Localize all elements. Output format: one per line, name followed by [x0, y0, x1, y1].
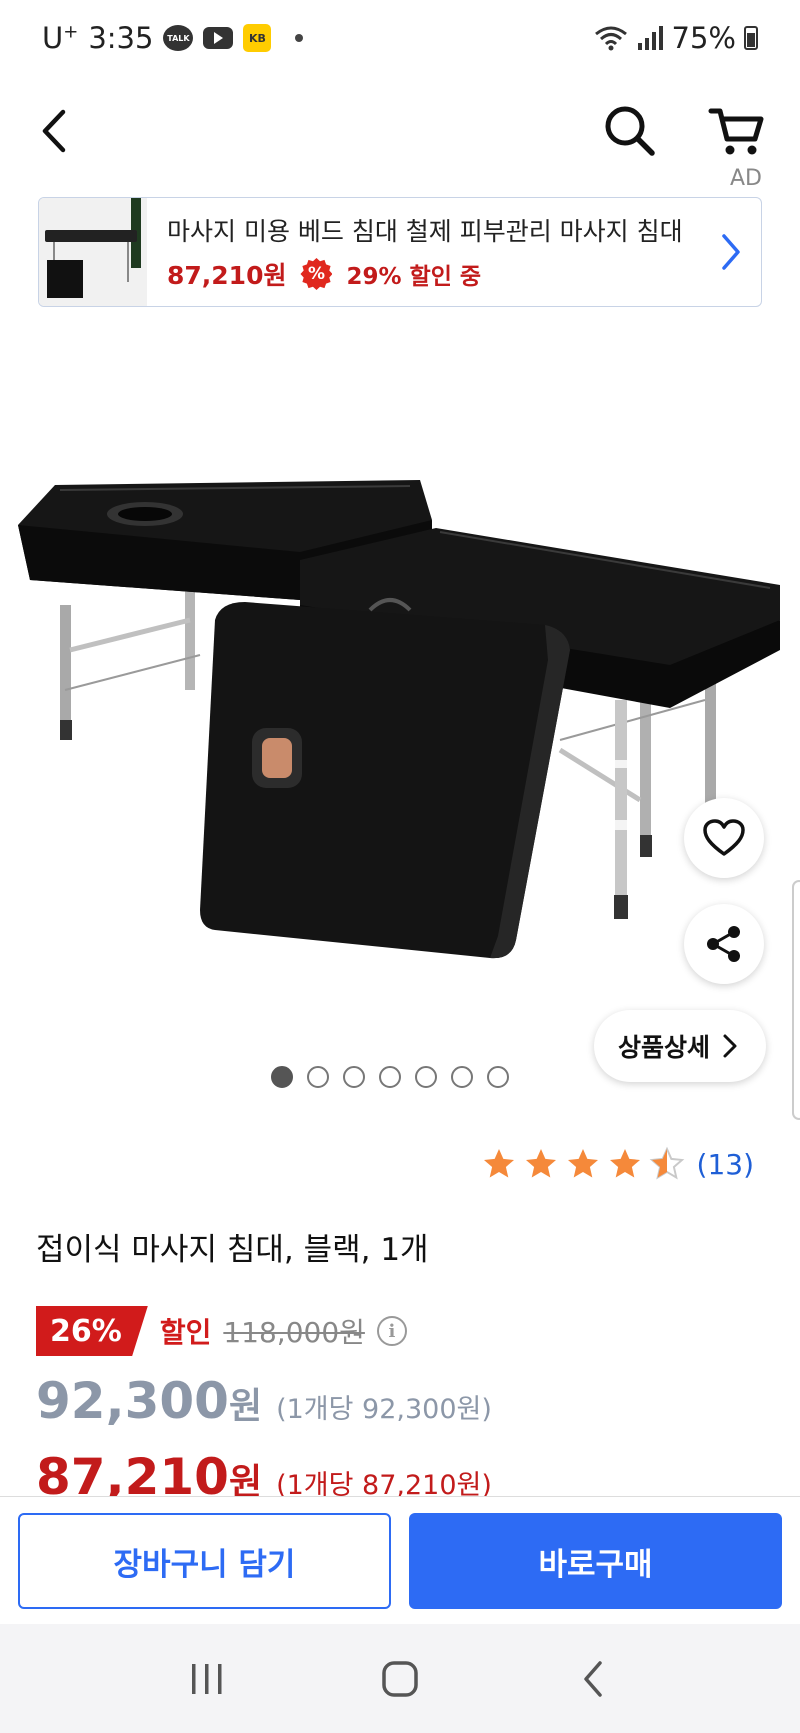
product-image[interactable]	[0, 320, 800, 1060]
add-to-cart-button[interactable]: 장바구니 담기	[18, 1513, 391, 1609]
system-navigation-bar	[0, 1624, 800, 1733]
share-button[interactable]	[684, 904, 764, 984]
star-full-icon	[567, 1149, 598, 1178]
recent-apps-icon	[191, 1663, 222, 1694]
pagination-dot[interactable]	[451, 1066, 473, 1088]
search-icon	[605, 106, 655, 156]
back-button[interactable]	[20, 96, 90, 166]
massage-table-illustration	[18, 480, 780, 959]
status-bar: U+ 3:35 TALK KB 75%	[0, 0, 800, 76]
chevron-right-icon	[723, 1034, 737, 1058]
info-icon[interactable]: i	[376, 1316, 407, 1346]
ad-label: AD	[730, 166, 762, 191]
kb-app-icon: KB	[243, 24, 272, 52]
sale-price: 92,300원	[36, 1372, 263, 1430]
battery-icon	[744, 26, 758, 50]
ad-price: 87,210원	[167, 261, 287, 290]
pagination-dot[interactable]	[307, 1066, 329, 1088]
top-navigation: AD	[0, 76, 800, 191]
ad-title: 마사지 미용 베드 침대 철제 피부관리 마사지 침대	[167, 217, 683, 246]
signal-icon	[637, 26, 663, 50]
discount-label: 할인	[159, 1316, 212, 1349]
wishlist-button[interactable]	[684, 798, 764, 878]
discount-percent-icon: %	[300, 258, 333, 290]
notification-dot-icon	[295, 34, 304, 42]
star-full-icon	[525, 1149, 556, 1178]
system-back-icon	[584, 1660, 603, 1697]
cart-button[interactable]	[702, 96, 772, 166]
ad-banner[interactable]: 마사지 미용 베드 침대 철제 피부관리 마사지 침대 87,210원 % 29…	[38, 197, 762, 307]
chevron-right-icon	[722, 234, 740, 270]
buy-now-button[interactable]: 바로구매	[409, 1513, 782, 1609]
discount-row: 26% 할인 118,000원 i	[36, 1306, 407, 1356]
carrier-label: U+	[42, 21, 79, 55]
pagination-dot[interactable]	[415, 1066, 437, 1088]
original-price: 118,000원	[223, 1316, 365, 1349]
pagination-dot[interactable]	[379, 1066, 401, 1088]
wifi-icon	[594, 26, 627, 51]
review-count[interactable]: (13)	[697, 1148, 754, 1181]
ad-discount-text: 29% 할인 중	[346, 264, 482, 290]
battery-percent: 75%	[671, 21, 736, 55]
pagination-dot[interactable]	[487, 1066, 509, 1088]
star-half-icon	[649, 1146, 684, 1180]
clock: 3:35	[88, 21, 154, 55]
system-back-button[interactable]	[563, 1649, 623, 1709]
purchase-action-bar: 장바구니 담기 바로구매	[0, 1496, 800, 1624]
ad-thumbnail	[39, 198, 147, 306]
home-icon	[382, 1660, 418, 1697]
pagination-dot[interactable]	[271, 1066, 293, 1088]
talk-icon: TALK	[163, 25, 194, 51]
discount-rate-badge: 26%	[36, 1306, 148, 1356]
share-icon	[707, 926, 740, 962]
back-arrow-icon	[42, 109, 66, 153]
heart-icon	[703, 819, 745, 856]
search-button[interactable]	[595, 96, 665, 166]
star-full-icon	[483, 1149, 514, 1178]
sale-price-row: 92,300원 (1개당 92,300원)	[36, 1372, 492, 1430]
recent-apps-button[interactable]	[177, 1649, 237, 1709]
star-full-icon	[609, 1149, 640, 1178]
youtube-icon	[203, 27, 234, 49]
cart-icon	[708, 108, 764, 155]
home-button[interactable]	[370, 1649, 430, 1709]
image-pagination	[0, 1066, 800, 1088]
unit-price: (1개당 92,300원)	[276, 1394, 492, 1425]
rating[interactable]: (13)	[481, 1146, 754, 1182]
product-detail-label: 상품상세	[618, 1033, 711, 1062]
product-title: 접이식 마사지 침대, 블랙, 1개	[36, 1232, 429, 1268]
pagination-dot[interactable]	[343, 1066, 365, 1088]
